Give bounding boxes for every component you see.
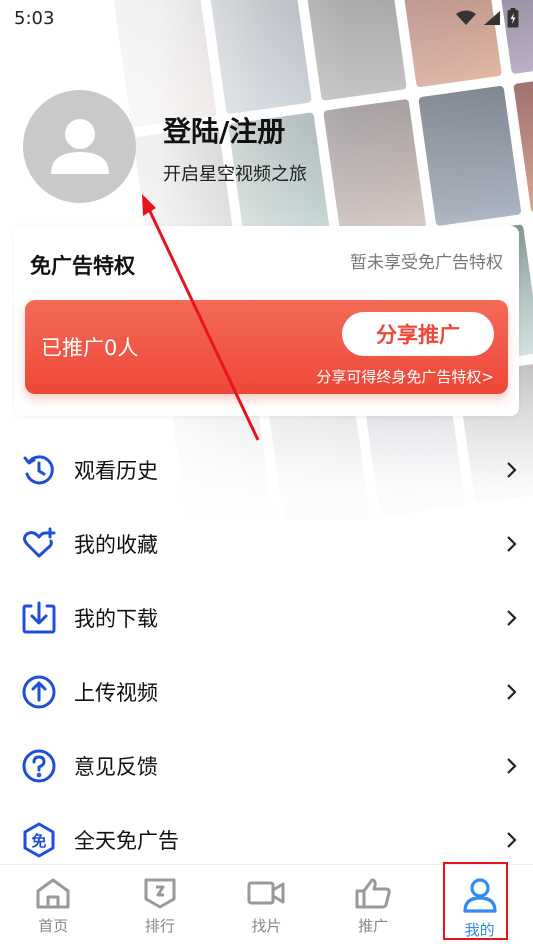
nav-item-home[interactable]: 首页: [0, 865, 107, 948]
battery-icon: [507, 8, 519, 28]
share-promo-button[interactable]: 分享推广: [342, 312, 494, 356]
user-icon: [463, 878, 497, 913]
adfree-badge-text: 免: [31, 832, 46, 850]
promo-hint-link[interactable]: 分享可得终身免广告特权>: [316, 366, 494, 387]
wifi-icon: [456, 10, 476, 25]
menu-item-label: 观看历史: [74, 459, 158, 483]
user-silhouette-icon: [50, 118, 109, 174]
menu-item-downloads[interactable]: 我的下载: [0, 581, 533, 655]
nav-item-mine[interactable]: 我的: [426, 865, 533, 948]
menu-item-upload[interactable]: 上传视频: [0, 655, 533, 729]
menu-item-label: 我的下载: [74, 607, 158, 631]
adfree-badge-icon: 免: [20, 821, 58, 859]
login-register-link[interactable]: 登陆/注册: [163, 110, 285, 150]
chevron-right-icon: [507, 758, 517, 774]
thumbs-up-icon: [355, 878, 391, 909]
promo-banner: 已推广0人 分享推广 分享可得终身免广告特权>: [25, 300, 508, 394]
adfree-status: 暂未享受免广告特权: [350, 253, 503, 273]
upload-icon: [20, 673, 58, 711]
home-icon: [36, 878, 70, 909]
question-icon: [20, 747, 58, 785]
adfree-title: 免广告特权: [30, 254, 135, 278]
history-icon: [20, 451, 58, 489]
menu-item-label: 上传视频: [74, 681, 158, 705]
nav-item-ranking[interactable]: 排行: [107, 865, 214, 948]
nav-item-find[interactable]: 找片: [213, 865, 320, 948]
menu-item-favorites[interactable]: 我的收藏: [0, 507, 533, 581]
menu-item-label: 我的收藏: [74, 533, 158, 557]
chevron-right-icon: [507, 832, 517, 848]
avatar[interactable]: [23, 90, 136, 203]
menu-item-label: 意见反馈: [74, 755, 158, 779]
chevron-right-icon: [507, 462, 517, 478]
chevron-right-icon: [507, 610, 517, 626]
menu-item-history[interactable]: 观看历史: [0, 433, 533, 507]
chevron-right-icon: [507, 536, 517, 552]
chevron-right-icon: [507, 684, 517, 700]
status-bar: 5:03: [0, 0, 533, 36]
nav-label: 排行: [144, 917, 175, 935]
signal-icon: [484, 11, 500, 25]
bottom-nav: 首页 排行 找片 推广 我的: [0, 864, 533, 948]
adfree-card: 免广告特权 暂未享受免广告特权 已推广0人 分享推广 分享可得终身免广告特权>: [14, 226, 519, 416]
status-time: 5:03: [14, 7, 55, 29]
menu-list: 观看历史 我的收藏 我的下载 上传视频 意见反馈 免 全天免广告: [0, 433, 533, 877]
nav-label: 首页: [38, 917, 69, 935]
nav-label: 我的: [464, 921, 495, 939]
heart-plus-icon: [20, 525, 58, 563]
menu-item-feedback[interactable]: 意见反馈: [0, 729, 533, 803]
ranking-icon: [144, 878, 176, 909]
nav-label: 找片: [251, 917, 282, 935]
video-camera-icon: [247, 881, 285, 905]
download-icon: [20, 599, 58, 637]
nav-label: 推广: [358, 917, 389, 935]
promo-count: 已推广0人: [41, 336, 139, 360]
status-icons: [455, 8, 519, 28]
login-subtitle: 开启星空视频之旅: [163, 164, 307, 185]
nav-item-promote[interactable]: 推广: [320, 865, 427, 948]
menu-item-label: 全天免广告: [74, 829, 179, 853]
